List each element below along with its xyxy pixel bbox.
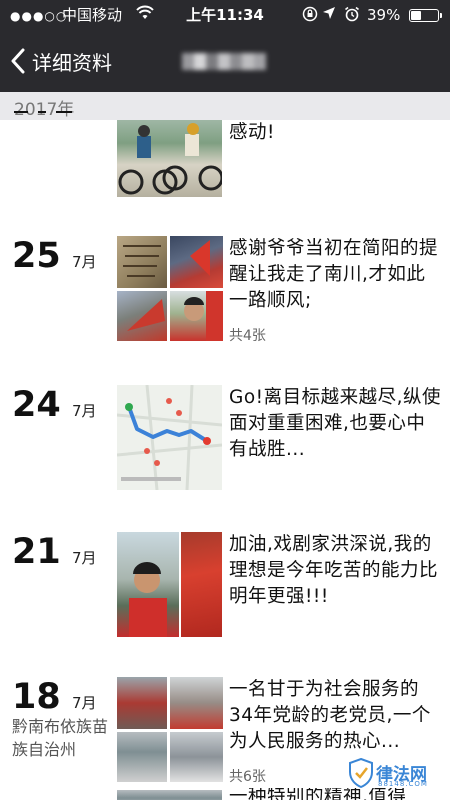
post-photo[interactable] [170,732,223,782]
watermark: 律法网 88148.COM [348,757,446,789]
post-photo[interactable] [170,677,223,729]
post-day: 21 [12,532,61,572]
navigation-bar: 详细资料 [0,30,450,92]
post-location: 黔南布依族苗族自治州 [12,717,109,759]
moment-post[interactable]: 感动! [0,109,450,200]
post-photo[interactable] [117,790,222,800]
back-button[interactable]: 详细资料 [10,43,112,79]
status-bar: ●●●○○ 中国移动 上午11:34 39% [0,0,450,30]
shield-icon [349,757,373,789]
post-day: 25 [12,236,61,276]
post-month: 7月 [72,694,97,712]
moment-post[interactable]: 一种特别的精神,值得 [0,788,450,800]
post-text: 加油,戏剧家洪深说,我的理想是今年吃苦的能力比明年更强!!! [229,534,439,607]
post-photo[interactable] [117,677,167,729]
post-photo[interactable] [170,291,223,341]
post-text: 一名甘于为社会服务的34年党龄的老党员,一个为人民服务的热心... [229,679,431,752]
post-photo[interactable] [170,236,223,288]
watermark-subtext: 88148.COM [378,780,428,788]
battery-level [411,11,421,20]
photo-count: 共6张 [229,769,266,785]
battery-icon [409,9,442,22]
post-month: 7月 [72,253,97,271]
moment-post[interactable]: 24 7月 Go!离目标越来越尽,纵使面对重重困难,也要心中有战胜... [0,385,450,495]
post-month: 7月 [72,402,97,420]
post-photo[interactable] [181,532,222,637]
blurred-contact-name [182,53,266,70]
post-photo[interactable] [117,120,222,197]
location-arrow-icon [322,6,336,26]
post-month: 7月 [72,549,97,567]
moment-post[interactable]: 21 7月 加油,戏剧家洪深说,我的理想是今年吃苦的能力比明年更强!!! [0,532,450,642]
chevron-left-icon [11,48,25,74]
alarm-clock-icon [344,6,360,26]
battery-percent: 39% [367,6,401,24]
post-text: 感动! [229,122,275,143]
post-photo[interactable] [117,732,167,782]
post-photo[interactable] [117,236,167,288]
post-photo[interactable] [117,532,179,637]
post-text: Go!离目标越来越尽,纵使面对重重困难,也要心中有战胜... [229,387,441,460]
post-day: 18 [12,677,61,717]
top-bar: ●●●○○ 中国移动 上午11:34 39% 详细资料 [0,0,450,92]
post-day: 24 [12,385,61,425]
rotation-lock-icon [302,6,318,26]
post-day-partial [12,92,88,132]
post-photo[interactable] [117,291,167,341]
photo-count: 共4张 [229,328,266,344]
moment-post[interactable]: 25 7月 感谢爷爷当初在简阳的提醒让我走了南川,才如此一路顺风; 共4张 [0,236,450,346]
back-label: 详细资料 [32,50,112,75]
post-text: 感谢爷爷当初在简阳的提醒让我走了南川,才如此一路顺风; [229,238,439,311]
map-thumbnail[interactable] [117,385,222,490]
post-text: 一种特别的精神,值得 [229,788,407,800]
